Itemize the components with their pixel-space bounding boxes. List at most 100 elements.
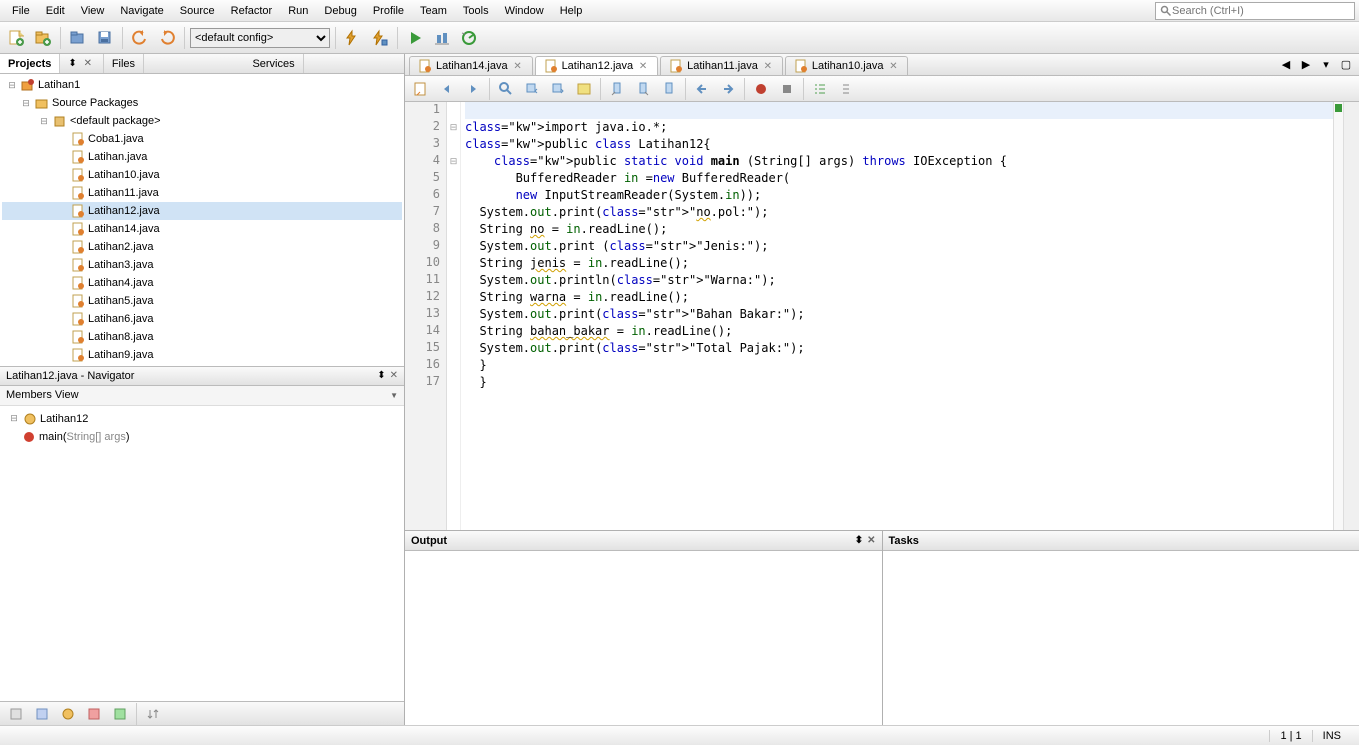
file-node[interactable]: Latihan12.java [2, 202, 402, 220]
clean-build-button[interactable] [368, 26, 392, 50]
default-package-node[interactable]: ⊟ <default package> [2, 112, 402, 130]
source-packages-node[interactable]: ⊟ Source Packages [2, 94, 402, 112]
close-icon[interactable]: ✕ [867, 535, 875, 546]
editor-area[interactable]: 1234567891011121314151617 ⊟⊟ class="kw">… [405, 102, 1359, 530]
file-node[interactable]: Latihan10.java [2, 166, 402, 184]
tab-projects[interactable]: Projects [0, 54, 60, 73]
toggle-bookmark-button[interactable] [657, 77, 681, 101]
nav-filter-1-button[interactable] [4, 702, 28, 726]
code-line[interactable]: System.out.print(class="str">"Total Paja… [465, 340, 1333, 357]
line-number[interactable]: 3 [405, 136, 446, 153]
close-icon[interactable]: ✕ [390, 370, 398, 381]
line-number[interactable]: 4 [405, 153, 446, 170]
new-project-button[interactable] [31, 26, 55, 50]
close-icon[interactable]: ✕ [512, 61, 524, 72]
menu-edit[interactable]: Edit [38, 3, 73, 19]
profile-button[interactable] [457, 26, 481, 50]
nav-filter-2-button[interactable] [30, 702, 54, 726]
next-bookmark-button[interactable] [631, 77, 655, 101]
scroll-right-icon[interactable]: ▶ [1297, 56, 1315, 74]
fold-mark[interactable] [447, 306, 460, 323]
code-line[interactable]: class="kw">public static void main (Stri… [465, 153, 1333, 170]
project-node[interactable]: ⊟ Latihan1 [2, 76, 402, 94]
menu-navigate[interactable]: Navigate [112, 3, 171, 19]
members-view-dropdown[interactable]: Members View ▼ [0, 386, 404, 406]
error-stripe[interactable] [1333, 102, 1343, 530]
editor-tab[interactable]: Latihan12.java✕ [535, 56, 659, 75]
fold-mark[interactable] [447, 187, 460, 204]
line-number[interactable]: 5 [405, 170, 446, 187]
expander-icon[interactable]: ⊟ [8, 413, 20, 425]
file-node[interactable]: Latihan11.java [2, 184, 402, 202]
build-button[interactable] [341, 26, 365, 50]
project-tree[interactable]: ⊟ Latihan1 ⊟ Source Packages ⊟ <default … [0, 74, 404, 366]
nav-sort-button[interactable] [141, 702, 165, 726]
expander-icon[interactable]: ⊟ [20, 97, 32, 109]
fold-mark[interactable] [447, 357, 460, 374]
fold-mark[interactable] [447, 289, 460, 306]
editor-tab[interactable]: Latihan11.java✕ [660, 56, 783, 75]
quick-search[interactable] [1155, 2, 1355, 20]
menu-team[interactable]: Team [412, 3, 455, 19]
code-line[interactable]: System.out.print(class="str">"Bahan Baka… [465, 306, 1333, 323]
line-number[interactable]: 8 [405, 221, 446, 238]
file-node[interactable]: Latihan8.java [2, 328, 402, 346]
nav-filter-3-button[interactable] [56, 702, 80, 726]
find-prev-button[interactable] [520, 77, 544, 101]
dropdown-tabs-icon[interactable]: ▾ [1317, 56, 1335, 74]
scroll-left-icon[interactable]: ◀ [1277, 56, 1295, 74]
line-number[interactable]: 15 [405, 340, 446, 357]
code-line[interactable] [465, 102, 1333, 119]
code-line[interactable]: String jenis = in.readLine(); [465, 255, 1333, 272]
tab-services[interactable]: Services [244, 54, 303, 73]
toggle-highlight-button[interactable] [572, 77, 596, 101]
fold-mark[interactable] [447, 255, 460, 272]
file-node[interactable]: Latihan5.java [2, 292, 402, 310]
fold-mark[interactable] [447, 238, 460, 255]
line-number[interactable]: 16 [405, 357, 446, 374]
prev-bookmark-button[interactable] [605, 77, 629, 101]
find-selection-button[interactable] [494, 77, 518, 101]
shift-right-button[interactable] [716, 77, 740, 101]
code-line[interactable]: String no = in.readLine(); [465, 221, 1333, 238]
debug-button[interactable] [430, 26, 454, 50]
vertical-scrollbar[interactable] [1343, 102, 1359, 530]
fold-mark[interactable]: ⊟ [447, 119, 460, 136]
fold-mark[interactable]: ⊟ [447, 153, 460, 170]
code-line[interactable]: BufferedReader in =new BufferedReader( [465, 170, 1333, 187]
editor-tab[interactable]: Latihan14.java✕ [409, 56, 533, 75]
uncomment-button[interactable] [834, 77, 858, 101]
minimize-icon[interactable]: ⬍ [377, 370, 385, 381]
forward-button[interactable] [461, 77, 485, 101]
code-line[interactable]: } [465, 374, 1333, 391]
line-number[interactable]: 2 [405, 119, 446, 136]
code-line[interactable]: System.out.print(class="str">"no.pol:"); [465, 204, 1333, 221]
code-line[interactable]: } [465, 357, 1333, 374]
tasks-content[interactable] [883, 551, 1359, 725]
new-file-button[interactable] [4, 26, 28, 50]
menu-profile[interactable]: Profile [365, 3, 412, 19]
file-node[interactable]: Latihan14.java [2, 220, 402, 238]
last-edit-button[interactable] [409, 77, 433, 101]
save-all-button[interactable] [93, 26, 117, 50]
menu-tools[interactable]: Tools [455, 3, 497, 19]
file-node[interactable]: Latihan6.java [2, 310, 402, 328]
close-icon[interactable]: ✕ [81, 57, 95, 71]
search-input[interactable] [1172, 5, 1350, 17]
output-content[interactable] [405, 551, 882, 725]
close-icon[interactable]: ✕ [762, 61, 774, 72]
line-number[interactable]: 10 [405, 255, 446, 272]
code-line[interactable]: String bahan_bakar = in.readLine(); [465, 323, 1333, 340]
fold-mark[interactable] [447, 170, 460, 187]
expander-icon[interactable]: ⊟ [6, 79, 18, 91]
code-line[interactable]: new InputStreamReader(System.in)); [465, 187, 1333, 204]
line-number[interactable]: 13 [405, 306, 446, 323]
line-number[interactable]: 7 [405, 204, 446, 221]
menu-source[interactable]: Source [172, 3, 223, 19]
maximize-icon[interactable]: ▢ [1337, 56, 1355, 74]
file-node[interactable]: Latihan4.java [2, 274, 402, 292]
line-number[interactable]: 9 [405, 238, 446, 255]
code-editor[interactable]: class="kw">import java.io.*;class="kw">p… [461, 102, 1333, 530]
code-line[interactable]: class="kw">public class Latihan12{ [465, 136, 1333, 153]
fold-mark[interactable] [447, 136, 460, 153]
